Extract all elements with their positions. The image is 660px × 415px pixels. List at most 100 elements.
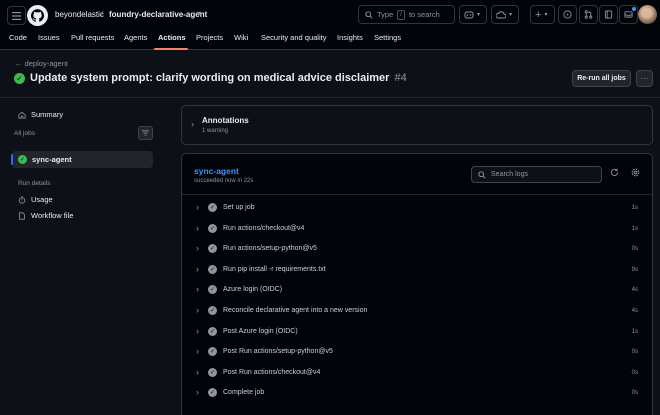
sidebar-item-usage[interactable]: Usage (18, 195, 53, 204)
tab-insights[interactable]: Insights (337, 33, 363, 42)
chevron-right-icon: › (196, 346, 199, 357)
step-duration: 0s (631, 390, 638, 397)
step-success-check-icon: ✓ (208, 367, 217, 377)
job-step-row[interactable]: › ✓ Run actions/setup-python@v5 0s (182, 240, 652, 260)
cloud-icon (496, 10, 506, 18)
job-step-row[interactable]: › ✓ Complete job 0s (182, 384, 652, 404)
search-icon (365, 10, 373, 19)
tab-actions[interactable]: Actions (158, 33, 186, 42)
global-header: beyondelastic / foundry-declarative-agen… (0, 0, 660, 50)
run-title: Update system prompt: clarify wording on… (30, 72, 390, 84)
step-name: Azure login (OIDC) (223, 286, 283, 294)
step-success-check-icon: ✓ (208, 223, 217, 233)
avatar[interactable] (638, 5, 657, 24)
search-placeholder-prefix: Type (377, 10, 394, 19)
chevron-right-icon: › (196, 284, 199, 295)
workflow-name: deploy-agent (24, 59, 68, 68)
sidebar-item-sync-agent[interactable]: ✓ sync-agent (11, 151, 153, 168)
step-name: Set up job (223, 204, 255, 211)
tab-settings[interactable]: Settings (374, 33, 401, 42)
tab-code[interactable]: Code (9, 33, 27, 42)
more-options-button[interactable]: ··· (636, 70, 653, 87)
sidebar-job-label: sync-agent (32, 155, 72, 164)
job-step-row[interactable]: › ✓ Set up job 1s (182, 199, 652, 219)
step-duration: 9s (631, 266, 638, 273)
owner-link[interactable]: beyondelastic (55, 10, 104, 19)
copilot-chevron-icon: ▾ (477, 12, 481, 18)
job-step-row[interactable]: › ✓ Run pip install -r requirements.txt 9s (182, 261, 652, 281)
chevron-right-icon: › (196, 325, 199, 336)
tab-agents[interactable]: Agents (124, 33, 147, 42)
step-success-check-icon: ✓ (208, 388, 217, 398)
global-search-input[interactable]: Type / to search (358, 5, 455, 24)
step-duration: 1s (631, 328, 638, 335)
menu-icon[interactable] (7, 6, 26, 25)
inbox-icon (624, 11, 633, 18)
job-success-check-icon: ✓ (18, 155, 27, 164)
step-success-check-icon: ✓ (208, 244, 217, 254)
create-new-button[interactable]: + ▾ (530, 5, 555, 24)
job-title[interactable]: sync-agent (194, 166, 239, 176)
run-number: #4 (394, 72, 407, 84)
back-to-workflow-link[interactable]: ← deploy-agent (15, 59, 68, 68)
git-pull-request-icon (584, 10, 593, 19)
repo-switch-chevron-icon[interactable]: ▾ (197, 9, 201, 18)
step-name: Reconcile declarative agent into a new v… (223, 307, 368, 314)
job-header-divider (182, 194, 652, 195)
job-step-row[interactable]: › ✓ Reconcile declarative agent into a new… (182, 302, 652, 322)
filter-icon (142, 130, 149, 136)
job-step-row[interactable]: › ✓ Post Run actions/setup-python@v5 0s (182, 343, 652, 363)
sidebar-item-workflow-file[interactable]: Workflow file (18, 211, 73, 220)
repo-icon (604, 10, 613, 19)
chevron-right-icon: › (196, 387, 199, 398)
job-step-row[interactable]: › ✓ Post Azure login (OIDC) 1s (182, 323, 652, 343)
success-check-icon: ✓ (14, 72, 25, 84)
gear-icon[interactable] (631, 168, 640, 179)
step-name: Post Azure login (OIDC) (223, 327, 298, 335)
refresh-icon[interactable] (610, 168, 619, 179)
step-duration: 0s (631, 369, 638, 376)
active-tab-indicator (154, 48, 188, 50)
sidebar-usage-label: Usage (31, 195, 53, 204)
github-logo-icon[interactable] (27, 5, 48, 26)
step-duration: 0s (631, 246, 638, 253)
file-icon (19, 211, 25, 220)
step-name: Run pip install -r requirements.txt (223, 265, 326, 273)
chevron-right-icon: › (196, 305, 199, 315)
notifications-button[interactable] (619, 5, 638, 24)
tab-pull-requests[interactable]: Pull requests (71, 33, 114, 42)
copilot-workspace-button[interactable]: ▾ (491, 5, 519, 24)
repo-link[interactable]: foundry-declarative-agent (109, 10, 207, 19)
tab-projects[interactable]: Projects (196, 33, 223, 42)
tab-security-and-quality[interactable]: Security and quality (261, 33, 326, 42)
plus-icon: + (535, 8, 542, 21)
rerun-all-jobs-button[interactable]: Re-run all jobs (572, 70, 631, 87)
tab-issues[interactable]: Issues (38, 33, 60, 42)
step-name: Run actions/setup-python@v5 (223, 245, 317, 253)
breadcrumb-separator: / (101, 10, 104, 19)
page-title: ✓ Update system prompt: clarify wording … (14, 72, 407, 84)
job-status: succeeded now in 22s (194, 178, 254, 184)
step-duration: 1s (631, 205, 638, 211)
step-success-check-icon: ✓ (208, 347, 217, 357)
chevron-right-icon: › (196, 243, 199, 254)
step-name: Complete job (223, 389, 265, 397)
issue-opened-icon (563, 10, 572, 19)
workspace-chevron-icon: ▾ (509, 12, 513, 18)
issues-button[interactable] (558, 5, 577, 24)
chevron-right-icon: › (196, 263, 199, 274)
tab-wiki[interactable]: Wiki (234, 33, 248, 42)
job-step-row[interactable]: › ✓ Azure login (OIDC) 4s (182, 281, 652, 301)
step-duration: 0s (631, 349, 638, 356)
job-step-row[interactable]: › ✓ Run actions/checkout@v4 1s (182, 220, 652, 240)
sidebar-item-summary[interactable]: Summary (18, 110, 63, 119)
pull-requests-button[interactable] (579, 5, 598, 24)
filter-jobs-button[interactable] (138, 126, 153, 140)
annotations-panel[interactable]: › Annotations 1 warning (181, 105, 653, 145)
repositories-button[interactable] (599, 5, 618, 24)
job-step-row[interactable]: › ✓ Post Run actions/checkout@v4 0s (182, 364, 652, 384)
search-logs-input[interactable]: Search logs (471, 166, 602, 183)
title-divider (0, 97, 660, 98)
notification-dot (632, 7, 636, 11)
copilot-button[interactable]: ▾ (459, 5, 487, 24)
